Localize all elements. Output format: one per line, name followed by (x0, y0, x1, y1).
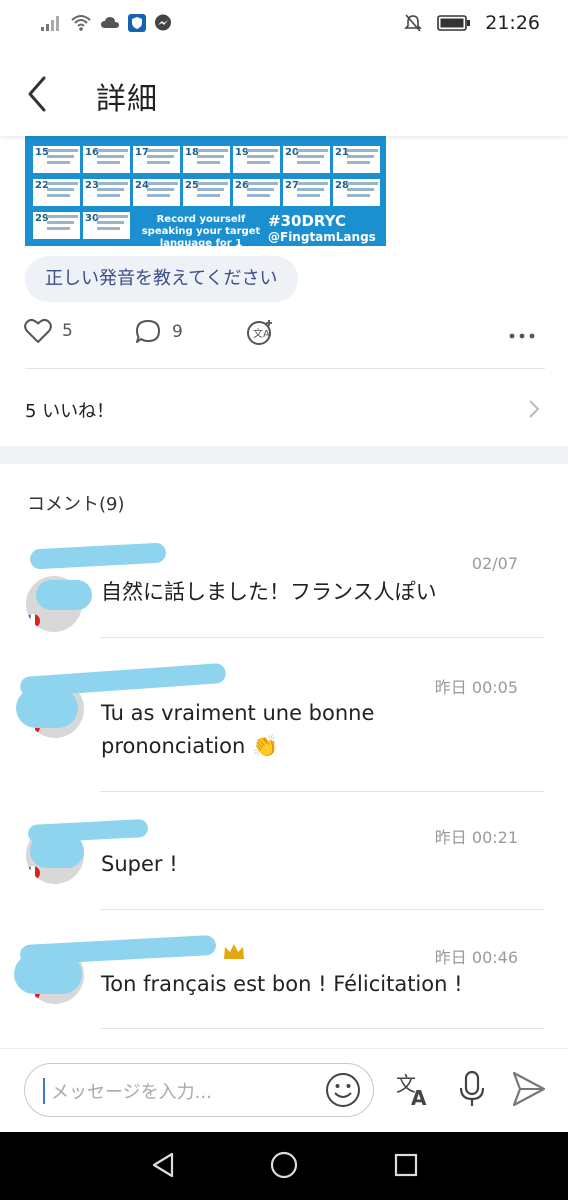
heart-icon (24, 318, 52, 343)
divider (100, 791, 544, 792)
comment-time: 02/07 (471, 554, 518, 573)
chevron-left-icon (28, 76, 46, 112)
likes-summary: 5 いいね！ (25, 401, 115, 422)
cloud-icon (101, 17, 119, 28)
redacted-avatar-area (30, 834, 84, 868)
text-caret (43, 1078, 45, 1104)
calendar-cell: 28 (333, 179, 380, 206)
system-navigation-bar (0, 1132, 568, 1200)
comment-item[interactable]: 昨日 00:21 Super ! (0, 814, 568, 910)
comment-time: 昨日 00:46 (434, 948, 518, 967)
comment-time: 昨日 00:21 (434, 828, 518, 847)
calendar-cell: 26 (233, 179, 280, 206)
flag-icon (26, 866, 40, 880)
send-icon[interactable] (510, 1069, 548, 1109)
comment-text: Super ! (101, 852, 178, 876)
message-composer: メッセージを入力... 文 A (0, 1048, 568, 1133)
post-tag-chip[interactable]: 正しい発音を教えてください (25, 256, 298, 302)
post-image[interactable]: 15 16 17 18 19 20 21 22 23 24 25 26 27 2… (25, 136, 386, 246)
flag-icon (26, 614, 40, 628)
calendar-cell: 27 (283, 179, 330, 206)
more-dots-icon (509, 333, 535, 339)
comment-time: 昨日 00:05 (434, 678, 518, 697)
comment-button[interactable]: 9 (134, 318, 183, 346)
shield-app-icon (128, 14, 146, 32)
emoji-icon[interactable] (325, 1072, 361, 1108)
comment-count: 9 (172, 322, 183, 342)
calendar-cell: 30 (83, 212, 130, 239)
redacted-username (29, 542, 167, 570)
translate-post-button[interactable]: 文A (246, 318, 274, 346)
message-placeholder: メッセージを入力... (51, 1082, 212, 1103)
comment-text: 自然に話しました！フランス人ぽい (101, 580, 437, 604)
calendar-cell: 25 (183, 179, 230, 206)
translate-plus-icon: 文A (247, 320, 272, 345)
divider (25, 368, 545, 369)
status-right: 21:26 (403, 12, 540, 34)
redacted-avatar-area (14, 954, 82, 994)
comment-text-line: Tu as vraiment une bonne (101, 701, 375, 725)
microphone-icon[interactable] (456, 1069, 488, 1109)
image-hashtag: #30DRYC (268, 212, 346, 230)
svg-text:文A: 文A (253, 327, 270, 340)
image-hashtag-block: #30DRYC @FingtamLangs (268, 212, 376, 244)
comment-item[interactable]: 昨日 00:05 Tu as vraiment une bonne pronon… (0, 660, 568, 792)
redacted-avatar-area (16, 688, 78, 728)
comments-heading: コメント(9) (27, 494, 125, 515)
post-actions: 5 9 文A (24, 318, 544, 358)
image-caption: Record yourself speaking your target lan… (141, 214, 261, 246)
comment-bubble-icon (136, 320, 160, 343)
calendar-cell: 17 (133, 146, 180, 173)
calendar-row: 29 30 (33, 212, 130, 239)
comment-item[interactable]: 昨日 00:46 Ton français est bon ! Félicita… (0, 932, 568, 1028)
calendar-cell: 21 (333, 146, 380, 173)
comment-text-line: prononciation 👏 (101, 734, 279, 758)
calendar-cell: 15 (33, 146, 80, 173)
status-bar: 21:26 (0, 0, 568, 48)
comment-item[interactable]: 02/07 自然に話しました！フランス人ぽい (0, 540, 568, 638)
battery-icon (437, 15, 471, 31)
translate-icon[interactable]: 文 A (394, 1069, 434, 1109)
divider (100, 909, 544, 910)
app-header: 詳細 (0, 48, 568, 136)
page-title: 詳細 (96, 82, 158, 117)
calendar-cell: 19 (233, 146, 280, 173)
divider (100, 637, 544, 638)
svg-text:A: A (411, 1086, 427, 1109)
home-circle-icon[interactable] (269, 1150, 299, 1180)
crown-icon (224, 944, 244, 959)
calendar-row: 22 23 24 25 26 27 28 (33, 179, 380, 206)
calendar-row: 15 16 17 18 19 20 21 (33, 146, 380, 173)
calendar-cell: 20 (283, 146, 330, 173)
back-triangle-icon[interactable] (148, 1150, 178, 1180)
more-options-button[interactable] (508, 324, 536, 348)
like-count: 5 (62, 321, 73, 341)
message-input[interactable]: メッセージを入力... (24, 1063, 374, 1117)
chevron-right-icon (529, 400, 540, 418)
calendar-cell: 18 (183, 146, 230, 173)
signal-icon (41, 16, 59, 31)
status-left-icons (40, 14, 172, 32)
calendar-cell: 24 (133, 179, 180, 206)
calendar-cell: 16 (83, 146, 130, 173)
comment-text: Ton français est bon ! Félicitation ! (101, 972, 463, 996)
like-button[interactable]: 5 (24, 318, 73, 344)
calendar-cell: 22 (33, 179, 80, 206)
comment-text: Tu as vraiment une bonne prononciation 👏 (101, 697, 374, 763)
messenger-icon (155, 14, 171, 31)
calendar-cell: 23 (83, 179, 130, 206)
wifi-icon (71, 15, 91, 31)
recents-square-icon[interactable] (391, 1150, 421, 1180)
image-handle: @FingtamLangs (268, 230, 376, 244)
divider (100, 1028, 544, 1029)
calendar-cell: 29 (33, 212, 80, 239)
mute-bell-icon (404, 14, 423, 32)
likes-summary-row[interactable]: 5 いいね！ (25, 378, 545, 440)
redacted-avatar-area (36, 580, 92, 610)
back-button[interactable] (22, 74, 56, 114)
section-separator (0, 446, 568, 464)
status-time: 21:26 (485, 12, 540, 34)
